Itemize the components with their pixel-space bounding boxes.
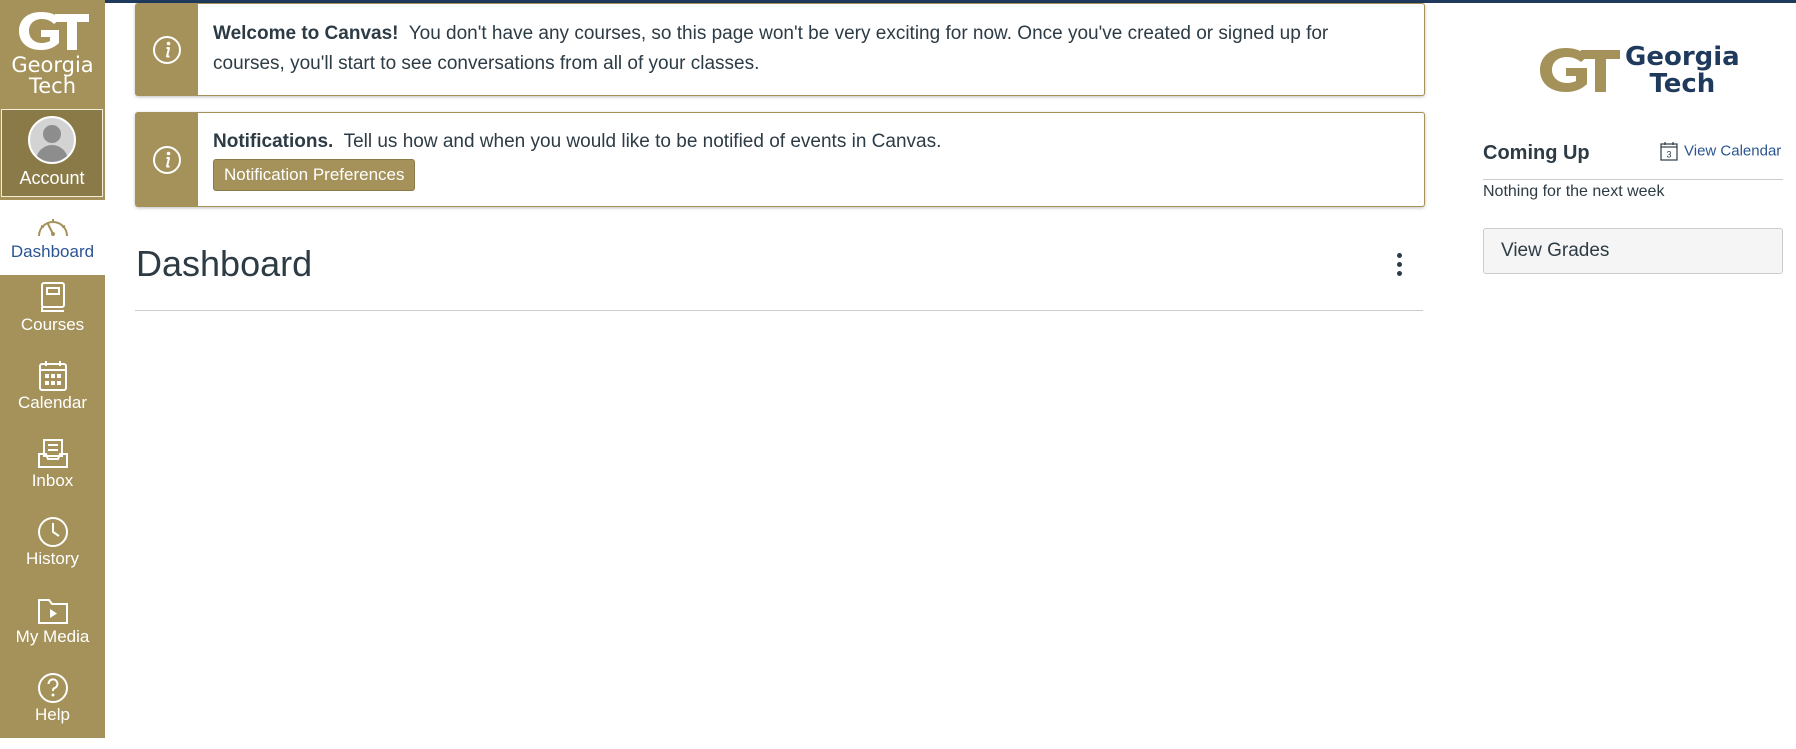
gt-brand-logo: Georgia Tech <box>1536 44 1740 104</box>
nav-item-account[interactable]: Account <box>1 109 103 197</box>
page-title: Dashboard <box>136 243 313 284</box>
nav-item-label: My Media <box>15 627 90 646</box>
nav-item-label: Inbox <box>31 471 74 490</box>
welcome-alert-title: Welcome to Canvas! <box>213 23 399 44</box>
nav-item-label: Courses <box>20 315 85 334</box>
welcome-alert: Welcome to Canvas! You don't have any co… <box>135 3 1425 96</box>
nav-item-label: Account <box>19 168 85 188</box>
coming-up-divider <box>1483 179 1783 180</box>
view-calendar-label: View Calendar <box>1684 142 1782 160</box>
media-folder-icon <box>37 599 68 624</box>
info-icon <box>153 35 181 64</box>
nav-item-history[interactable]: History <box>0 515 105 593</box>
nav-item-label: Help <box>35 705 70 724</box>
alert-icon-strip <box>136 113 198 206</box>
calendar-icon <box>38 361 67 391</box>
alert-icon-strip <box>136 4 198 95</box>
notifications-alert: Notifications. Tell us how and when you … <box>135 112 1425 207</box>
nav-item-calendar[interactable]: Calendar <box>0 359 105 437</box>
gt-monogram-icon <box>1540 48 1620 92</box>
nav-item-courses[interactable]: Courses <box>0 281 105 359</box>
calendar-icon-number: 3 <box>1666 150 1671 160</box>
nav-item-label: Dashboard <box>10 242 95 261</box>
notifications-alert-message: Notifications. Tell us how and when you … <box>213 127 1384 191</box>
nav-item-help[interactable]: Help <box>0 671 105 749</box>
avatar <box>28 116 76 164</box>
coming-up-empty-text: Nothing for the next week <box>1483 183 1665 200</box>
info-icon <box>153 145 181 174</box>
coming-up-heading: Coming Up <box>1483 142 1590 164</box>
help-question-icon <box>37 673 68 703</box>
nav-item-dashboard[interactable]: Dashboard <box>0 200 105 275</box>
brand-wordmark: Georgia Tech <box>1625 44 1740 98</box>
global-nav: Georgia Tech Account Dashboard Courses C… <box>0 0 105 738</box>
calendar-small-icon: 3 <box>1660 142 1678 161</box>
nav-item-label: Calendar <box>18 393 87 412</box>
view-grades-button[interactable]: View Grades <box>1483 228 1783 274</box>
brand-text-line1: Georgia <box>1625 42 1740 72</box>
nav-item-my-media[interactable]: My Media <box>0 593 105 671</box>
logo-text-line2: Tech <box>28 74 77 98</box>
logo-text-line1: Georgia <box>11 53 94 77</box>
brand-text-line2: Tech <box>1649 69 1716 99</box>
welcome-alert-message: Welcome to Canvas! You don't have any co… <box>213 19 1384 79</box>
courses-book-icon <box>40 282 65 312</box>
inbox-icon <box>37 439 68 468</box>
view-calendar-link[interactable]: 3 View Calendar <box>1660 141 1781 161</box>
nav-item-inbox[interactable]: Inbox <box>0 437 105 515</box>
dashboard-options-kebab-icon[interactable] <box>1386 250 1412 284</box>
title-divider <box>135 310 1423 311</box>
dashboard-gauge-icon <box>37 219 68 237</box>
notifications-alert-text: Tell us how and when you would like to b… <box>343 131 942 152</box>
gt-monogram-icon <box>18 12 89 50</box>
nav-item-label: History <box>26 549 79 568</box>
gt-nav-logo[interactable]: Georgia Tech <box>0 8 105 104</box>
notification-preferences-button[interactable]: Notification Preferences <box>213 159 416 191</box>
notifications-alert-title: Notifications. <box>213 131 334 152</box>
history-clock-icon <box>37 517 68 547</box>
